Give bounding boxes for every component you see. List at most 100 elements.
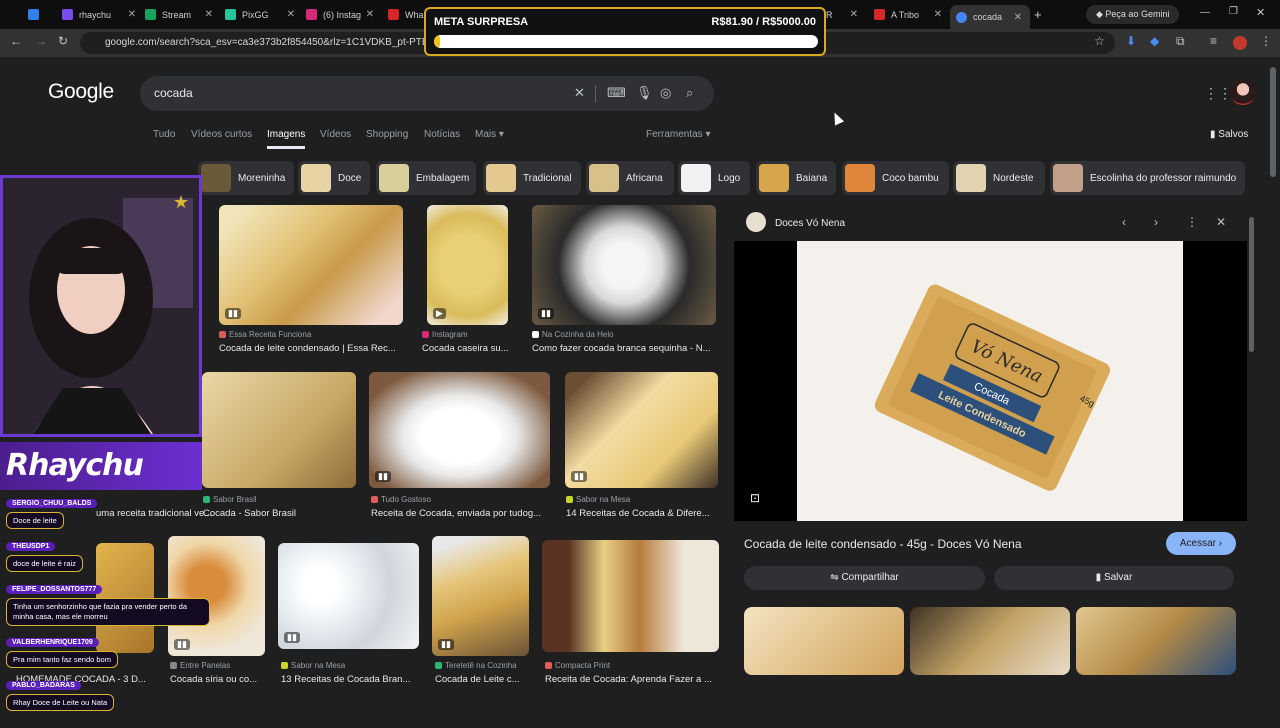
result-image[interactable]: ▮▮ xyxy=(432,536,529,656)
minimize-icon[interactable]: — xyxy=(1200,7,1210,18)
extension-icon[interactable]: ◆ xyxy=(1150,34,1159,48)
nav-shopping[interactable]: Shopping xyxy=(366,129,408,140)
next-icon[interactable]: › xyxy=(1154,215,1158,229)
tab-0[interactable] xyxy=(28,4,48,25)
panel-scrollbar[interactable] xyxy=(1249,217,1254,352)
download-icon[interactable]: ⬇ xyxy=(1126,34,1136,48)
result-image[interactable]: ▶ xyxy=(427,205,508,325)
back-icon[interactable]: ← xyxy=(10,34,22,48)
tab-7[interactable]: A Tribo ✕ xyxy=(874,4,942,25)
tab-search-icon[interactable]: ≡ xyxy=(1210,34,1217,48)
account-avatar[interactable] xyxy=(1230,79,1256,105)
previous-icon[interactable]: ‹ xyxy=(1122,215,1126,229)
extensions-puzzle-icon[interactable]: ⧉ xyxy=(1176,34,1185,49)
nav-mais[interactable]: Mais ▾ xyxy=(475,129,504,140)
result-image[interactable] xyxy=(202,372,356,488)
result-image[interactable] xyxy=(542,540,719,652)
tab-favicon-icon xyxy=(874,9,885,20)
microphone-icon[interactable]: 🎙 xyxy=(636,85,653,101)
panel-title[interactable]: Cocada de leite condensado - 45g - Doces… xyxy=(744,537,1022,551)
result-image[interactable]: ▮▮ xyxy=(565,372,718,488)
forward-icon[interactable]: → xyxy=(35,34,47,48)
chip-thumb xyxy=(301,164,331,192)
close-tab-icon[interactable]: ✕ xyxy=(128,9,136,20)
panel-site-name[interactable]: Doces Vó Nena xyxy=(775,218,845,229)
result-caption[interactable]: Cocada de Leite c... xyxy=(435,674,535,685)
result-image[interactable]: ▮▮ xyxy=(219,205,403,325)
chip-doce[interactable]: Doce xyxy=(298,161,370,195)
result-caption[interactable]: Cocada - Sabor Brasil xyxy=(203,508,353,519)
tab-5[interactable]: Wha xyxy=(388,4,424,25)
nav-videos[interactable]: Vídeos xyxy=(320,129,351,140)
chip-moreninha[interactable]: Moreninha xyxy=(198,161,294,195)
tab-3[interactable]: PixGG ✕ xyxy=(225,4,295,25)
result-caption[interactable]: Receita de Cocada: Aprenda Fazer a ... xyxy=(545,674,720,685)
gemini-button[interactable]: ◆ Peça ao Gemini xyxy=(1086,5,1180,24)
result-caption[interactable]: Cocada caseira su... xyxy=(422,343,517,354)
related-image[interactable] xyxy=(744,607,904,675)
chip-africana[interactable]: Africana xyxy=(586,161,674,195)
tab-active[interactable]: cocada ✕ xyxy=(950,5,1030,29)
result-caption[interactable]: 14 Receitas de Cocada & Difere... xyxy=(566,508,718,519)
saved-button[interactable]: ▮ Salvos xyxy=(1210,129,1248,140)
menu-kebab-icon[interactable]: ⋮ xyxy=(1260,34,1272,48)
close-tab-icon[interactable]: ✕ xyxy=(934,9,942,20)
acessar-button[interactable]: Acessar › xyxy=(1166,532,1236,555)
profile-avatar[interactable] xyxy=(1233,36,1247,50)
new-tab-icon[interactable]: + xyxy=(1034,7,1042,22)
close-window-icon[interactable]: ✕ xyxy=(1256,6,1265,19)
related-image[interactable] xyxy=(910,607,1070,675)
chip-escolinha[interactable]: Escolinha do professor raimundo xyxy=(1050,161,1245,195)
close-tab-icon[interactable]: ✕ xyxy=(366,9,374,20)
share-button[interactable]: ⇋ Compartilhar xyxy=(744,566,985,590)
result-source: Teretetê na Cozinha xyxy=(435,661,535,670)
close-tab-icon[interactable]: ✕ xyxy=(205,9,213,20)
lens-camera-icon[interactable]: ◎ xyxy=(660,85,671,101)
chip-embalagem[interactable]: Embalagem xyxy=(376,161,476,195)
tab-6[interactable]: R ✕ xyxy=(826,4,858,25)
chip-logo[interactable]: Logo xyxy=(678,161,750,195)
result-caption[interactable]: Como fazer cocada branca sequinha - N... xyxy=(532,343,716,354)
tab-2[interactable]: Stream ✕ xyxy=(145,4,213,25)
close-tab-icon[interactable]: ✕ xyxy=(287,9,295,20)
result-image[interactable]: ▮▮ xyxy=(532,205,716,325)
page-scrollbar[interactable] xyxy=(1270,67,1276,177)
save-button[interactable]: ▮ Salvar xyxy=(994,566,1234,590)
more-options-icon[interactable]: ⋮ xyxy=(1186,215,1198,229)
bookmark-star-icon[interactable]: ☆ xyxy=(1094,34,1105,48)
search-icon[interactable]: ⌕ xyxy=(686,85,693,101)
close-tab-icon[interactable]: ✕ xyxy=(850,9,858,20)
tools-button[interactable]: Ferramentas ▾ xyxy=(646,129,710,140)
chip-nordeste[interactable]: Nordeste xyxy=(953,161,1045,195)
result-caption[interactable]: Cocada síria ou co... xyxy=(170,674,270,685)
tab-1[interactable]: rhaychu ✕ xyxy=(62,4,136,25)
search-box[interactable]: cocada ✕ ⌨ 🎙 ◎ ⌕ xyxy=(140,76,714,111)
goal-title: META SURPRESA xyxy=(434,16,529,28)
result-image[interactable]: ▮▮ xyxy=(168,536,265,656)
close-panel-icon[interactable]: ✕ xyxy=(1216,215,1226,229)
chip-baiana[interactable]: Baiana xyxy=(756,161,836,195)
close-tab-icon[interactable]: ✕ xyxy=(1014,12,1022,23)
result-caption[interactable]: Receita de Cocada, enviada por tudog... xyxy=(371,508,549,519)
result-image[interactable]: ▮▮ xyxy=(369,372,550,488)
chip-coco-bambu[interactable]: Coco bambu xyxy=(842,161,949,195)
result-source: Sabor Brasil xyxy=(203,495,353,504)
clear-icon[interactable]: ✕ xyxy=(574,85,585,101)
result-image[interactable]: ▮▮ xyxy=(278,543,419,649)
tab-4[interactable]: (6) Instag ✕ xyxy=(306,4,374,25)
related-image[interactable] xyxy=(1076,607,1236,675)
nav-videos-curtos[interactable]: Vídeos curtos xyxy=(191,129,252,140)
nav-noticias[interactable]: Notícias xyxy=(424,129,460,140)
nav-imagens[interactable]: Imagens xyxy=(267,129,306,149)
chip-tradicional[interactable]: Tradicional xyxy=(483,161,581,195)
maximize-icon[interactable]: ❐ xyxy=(1229,6,1238,17)
reload-icon[interactable]: ↻ xyxy=(58,34,68,48)
preview-image[interactable]: Vó Nena Cocada Leite Condensado 45g ⊡ xyxy=(734,241,1247,521)
nav-tudo[interactable]: Tudo xyxy=(153,129,175,140)
result-caption[interactable]: 13 Receitas de Cocada Bran... xyxy=(281,674,421,685)
keyboard-icon[interactable]: ⌨ xyxy=(607,85,626,101)
search-input[interactable]: cocada xyxy=(154,86,193,100)
result-caption[interactable]: Cocada de leite condensado | Essa Rec... xyxy=(219,343,403,354)
google-logo[interactable]: Google xyxy=(48,80,114,104)
lens-search-icon[interactable]: ⊡ xyxy=(750,491,760,505)
